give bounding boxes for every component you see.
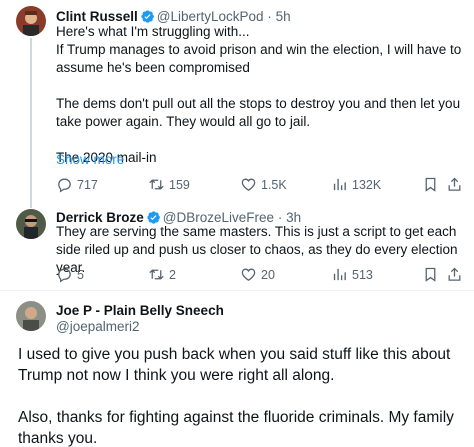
user-handle[interactable]: @joepalmeri2: [56, 319, 140, 334]
like-button[interactable]: 20: [240, 266, 275, 283]
bookmark-icon: [425, 267, 436, 282]
reply-icon: [58, 178, 71, 193]
share-icon: [448, 177, 461, 191]
user-handle[interactable]: @LibertyLockPod: [157, 9, 264, 24]
display-name[interactable]: Joe P - Plain Belly Sneech: [56, 303, 224, 318]
reply-icon: [58, 268, 71, 283]
reply-button[interactable]: 717: [56, 176, 98, 193]
views-count: 513: [352, 267, 373, 282]
repost-count: 159: [169, 177, 190, 192]
share-button[interactable]: [446, 266, 463, 283]
bookmark-button[interactable]: [422, 176, 439, 193]
reply-button[interactable]: 5: [56, 266, 84, 283]
bookmark-button[interactable]: [422, 266, 439, 283]
heart-icon: [241, 178, 256, 191]
like-button[interactable]: 1.5K: [240, 176, 287, 193]
tweet-actions: 5 2 20 513: [56, 266, 466, 286]
views-icon: [333, 268, 346, 281]
tweet-text: I used to give you push back when you sa…: [18, 346, 454, 447]
tweet-joe-p[interactable]: Joe P - Plain Belly Sneech @joepalmeri2 …: [0, 291, 474, 447]
repost-button[interactable]: 159: [148, 176, 190, 193]
like-count: 20: [261, 267, 275, 282]
verified-badge-icon: [141, 10, 154, 23]
separator-dot: ·: [267, 9, 272, 24]
repost-count: 2: [169, 267, 176, 282]
tweet-actions: 717 159 1.5K 132K: [56, 176, 466, 196]
avatar[interactable]: [16, 209, 46, 239]
avatar[interactable]: [16, 301, 46, 331]
views-button[interactable]: 513: [331, 266, 373, 283]
views-icon: [333, 178, 346, 191]
repost-button[interactable]: 2: [148, 266, 176, 283]
avatar[interactable]: [16, 6, 46, 36]
display-name[interactable]: Clint Russell: [56, 9, 138, 24]
thread-line: [30, 38, 32, 208]
views-button[interactable]: 132K: [331, 176, 381, 193]
tweet-text: Here's what I'm struggling with... If Tr…: [56, 24, 462, 165]
heart-icon: [241, 268, 256, 281]
show-more-link[interactable]: Show more: [56, 152, 124, 167]
views-count: 132K: [352, 177, 382, 192]
tweet-derrick-broze[interactable]: Derrick Broze @DBrozeLiveFree · 3h They a…: [0, 205, 474, 290]
reply-count: 5: [77, 267, 84, 282]
tweet-clint-russell[interactable]: Clint Russell @LibertyLockPod · 5h Here's…: [0, 0, 474, 208]
handle-row: @joepalmeri2: [56, 319, 140, 335]
repost-icon: [149, 269, 164, 280]
tweet-header: Joe P - Plain Belly Sneech: [56, 303, 224, 319]
repost-icon: [149, 179, 164, 190]
bookmark-icon: [425, 177, 436, 192]
share-icon: [448, 267, 461, 281]
reply-count: 717: [77, 177, 98, 192]
share-button[interactable]: [446, 176, 463, 193]
timestamp[interactable]: 5h: [276, 9, 291, 24]
like-count: 1.5K: [261, 177, 287, 192]
